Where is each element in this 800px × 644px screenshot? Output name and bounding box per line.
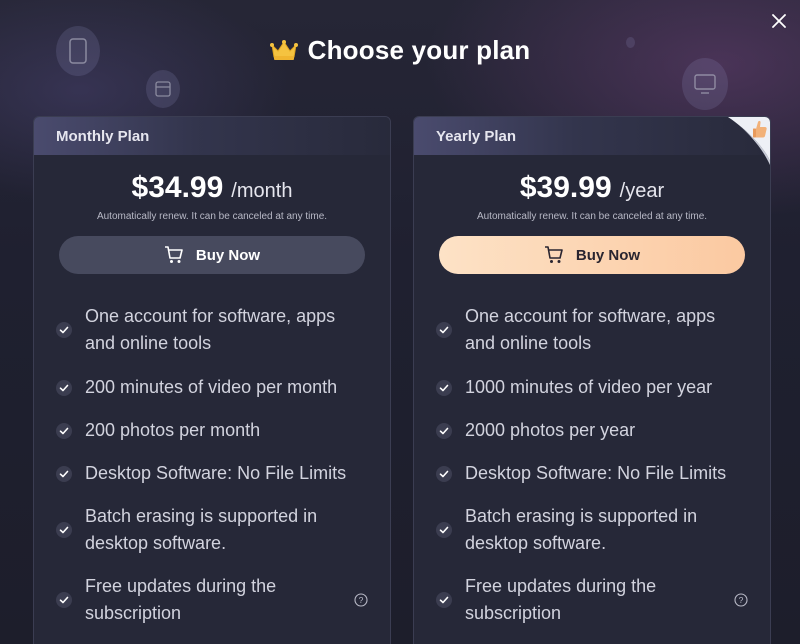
plan-name: Monthly Plan (34, 117, 390, 155)
price-row: $34.99 /month (34, 171, 390, 205)
close-button[interactable] (768, 10, 790, 32)
feature-text: 200 photos per month (85, 420, 261, 440)
feature-item: 1000 minutes of video per year (436, 366, 748, 409)
check-icon (436, 379, 452, 396)
choose-plan-dialog: Choose your plan Monthly Plan $34.99 /mo… (0, 0, 800, 644)
thumbs-up-icon (728, 117, 770, 165)
help-icon[interactable]: ? (354, 593, 368, 607)
check-icon (436, 465, 452, 482)
plan-card-monthly: Monthly Plan $34.99 /month Automatically… (33, 116, 391, 644)
buy-now-button[interactable]: Buy Now (59, 236, 365, 274)
feature-text: Free updates during the subscription (85, 576, 277, 623)
svg-text:?: ? (739, 595, 744, 605)
feature-text: Desktop Software: No File Limits (85, 463, 347, 483)
feature-item: Batch erasing is supported in desktop so… (436, 495, 748, 565)
feature-text: Batch erasing is supported in desktop so… (465, 506, 698, 553)
feature-text: 1000 minutes of video per year (465, 377, 713, 397)
feature-item: Free updates during the subscription ? (56, 565, 368, 635)
feature-item: 2000 photos per year (436, 409, 748, 452)
feature-item: Batch erasing is supported in desktop so… (56, 495, 368, 565)
check-icon (56, 379, 72, 396)
feature-text: One account for software, apps and onlin… (85, 306, 336, 353)
check-icon (56, 522, 72, 538)
check-icon (436, 522, 452, 538)
cart-icon (544, 246, 563, 263)
price-row: $39.99 /year (414, 171, 770, 205)
renew-note: Automatically renew. It can be canceled … (476, 211, 708, 222)
check-icon (436, 322, 452, 338)
feature-text: 200 minutes of video per month (85, 377, 338, 397)
check-icon (56, 422, 72, 439)
close-icon (772, 14, 786, 28)
check-icon (56, 322, 72, 338)
plan-period: /year (619, 180, 665, 202)
feature-text: Batch erasing is supported in desktop so… (85, 506, 318, 553)
feature-item: One account for software, apps and onlin… (436, 294, 748, 366)
dialog-title: Choose your plan (307, 34, 531, 65)
feature-list: One account for software, apps and onlin… (34, 294, 390, 635)
feature-item: Free updates during the subscription ? (436, 565, 748, 635)
check-icon (56, 592, 72, 608)
help-icon[interactable]: ? (734, 593, 748, 607)
plan-period: /month (231, 180, 293, 202)
window-decoration-icon (146, 70, 180, 108)
buy-now-label: Buy Now (195, 246, 261, 264)
dialog-header: Choose your plan (0, 30, 800, 70)
feature-item: One account for software, apps and onlin… (56, 294, 368, 366)
feature-text: 2000 photos per year (465, 420, 636, 440)
plan-name: Yearly Plan (414, 117, 770, 155)
buy-now-button[interactable]: Buy Now (439, 236, 745, 274)
feature-item: Desktop Software: No File Limits (56, 452, 368, 495)
feature-text: One account for software, apps and onlin… (465, 306, 716, 353)
plan-card-yearly: Yearly Plan $39.99 /year Automatically r… (413, 116, 771, 644)
plan-price: $34.99 (131, 171, 224, 204)
cart-icon (164, 246, 183, 263)
check-icon (56, 465, 72, 482)
feature-item: 200 photos per month (56, 409, 368, 452)
check-icon (436, 592, 452, 608)
svg-text:?: ? (359, 595, 364, 605)
crown-icon (269, 40, 298, 60)
feature-list: One account for software, apps and onlin… (414, 294, 770, 635)
renew-note: Automatically renew. It can be canceled … (96, 211, 328, 222)
feature-text: Desktop Software: No File Limits (465, 463, 727, 483)
feature-item: Desktop Software: No File Limits (436, 452, 748, 495)
plan-price: $39.99 (519, 171, 612, 204)
feature-text: Free updates during the subscription (465, 576, 657, 623)
feature-item: 200 minutes of video per month (56, 366, 368, 409)
check-icon (436, 422, 452, 439)
buy-now-label: Buy Now (575, 246, 641, 264)
